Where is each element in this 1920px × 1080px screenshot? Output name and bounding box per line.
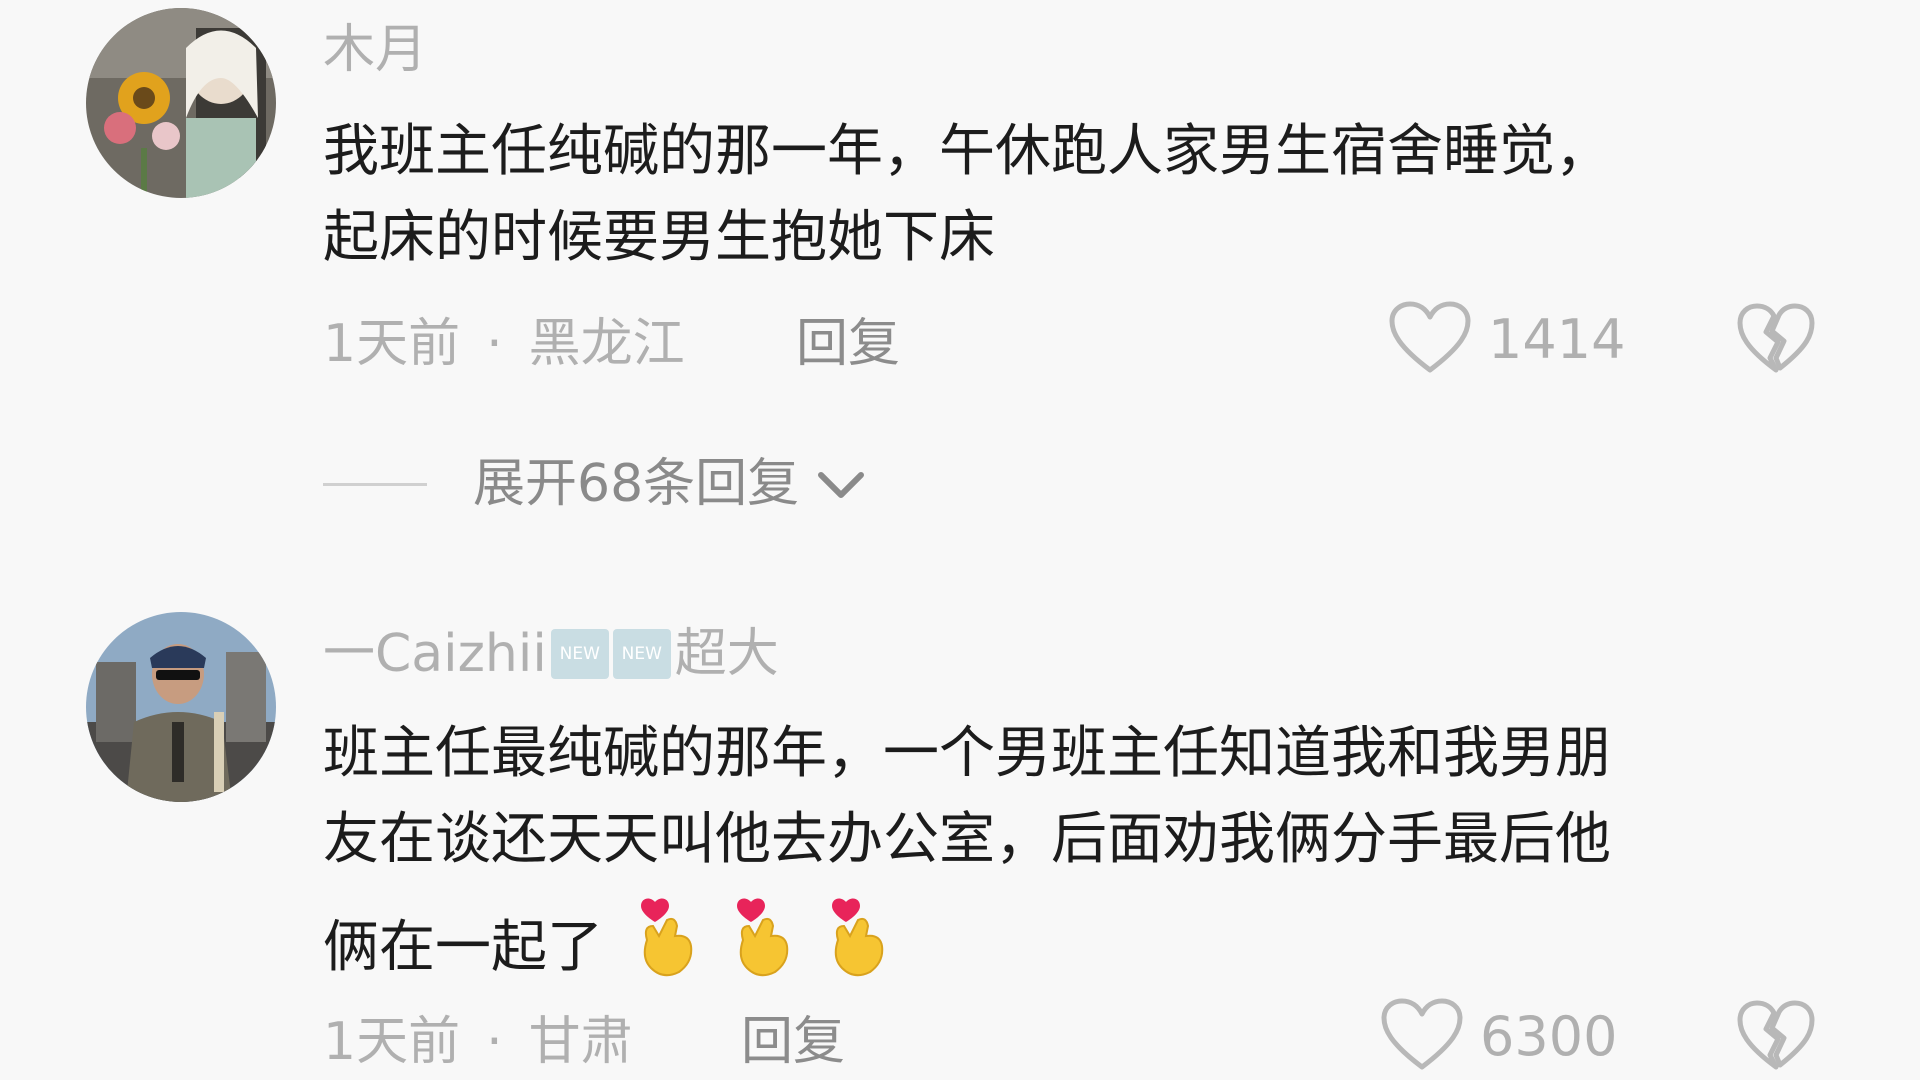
comment-time: 1天前 bbox=[323, 314, 461, 374]
like-button[interactable]: 1414 bbox=[1388, 300, 1625, 380]
username[interactable]: 一Caizhii NEW NEW 超大 bbox=[323, 628, 779, 680]
comment-text-line: 起床的时候要男生抱她下床 bbox=[323, 205, 995, 270]
comment-text-line: 我班主任纯碱的那一年，午休跑人家男生宿舍睡觉， bbox=[323, 119, 1611, 184]
username-text: 一Caizhii bbox=[323, 624, 547, 684]
like-button[interactable]: 6300 bbox=[1380, 997, 1617, 1077]
divider-line bbox=[323, 482, 427, 486]
separator-dot: · bbox=[486, 314, 503, 374]
comment-text-line: 俩在一起了 bbox=[323, 896, 890, 988]
finger-heart-emoji-icon bbox=[633, 896, 699, 988]
finger-heart-emoji-icon bbox=[824, 896, 890, 988]
comment-text-span: 俩在一起了 bbox=[323, 915, 603, 980]
dislike-button[interactable] bbox=[1736, 999, 1816, 1077]
reply-button[interactable]: 回复 bbox=[741, 1016, 845, 1068]
avatar[interactable] bbox=[86, 612, 276, 802]
separator-dot: · bbox=[486, 1012, 503, 1072]
comment-time: 1天前 bbox=[323, 1012, 461, 1072]
comment-meta: 1天前 · 甘肃 回复 bbox=[323, 1016, 845, 1068]
comment-location: 甘肃 bbox=[528, 1012, 633, 1072]
expand-replies-label: 展开68条回复 bbox=[473, 454, 800, 514]
comment-list: 木月 我班主任纯碱的那一年，午休跑人家男生宿舍睡觉， 起床的时候要男生抱她下床 … bbox=[0, 0, 1920, 1080]
expand-replies[interactable]: 展开68条回复 bbox=[323, 458, 867, 510]
dislike-button[interactable] bbox=[1736, 302, 1816, 380]
screen: 木月 我班主任纯碱的那一年，午休跑人家男生宿舍睡觉， 起床的时候要男生抱她下床 … bbox=[0, 0, 1920, 1080]
broken-heart-icon bbox=[1736, 303, 1816, 380]
avatar[interactable] bbox=[86, 8, 276, 198]
heart-outline-icon bbox=[1388, 300, 1472, 380]
new-badge: NEW bbox=[550, 629, 609, 679]
username-suffix: 超大 bbox=[674, 624, 779, 684]
username[interactable]: 木月 bbox=[323, 24, 427, 76]
like-count: 6300 bbox=[1480, 1005, 1618, 1068]
comment-text-line: 友在谈还天天叫他去办公室，后面劝我俩分手最后他 bbox=[323, 807, 1611, 872]
comment-text-line: 班主任最纯碱的那年，一个男班主任知道我和我男朋 bbox=[323, 721, 1611, 786]
finger-heart-emoji-icon bbox=[729, 896, 795, 988]
reply-button[interactable]: 回复 bbox=[796, 318, 900, 370]
heart-outline-icon bbox=[1380, 997, 1464, 1077]
broken-heart-icon bbox=[1736, 1000, 1816, 1077]
chevron-down-icon bbox=[815, 458, 867, 510]
comment-meta: 1天前 · 黑龙江 回复 bbox=[323, 318, 900, 370]
new-badge: NEW bbox=[612, 629, 671, 679]
like-count: 1414 bbox=[1488, 308, 1626, 371]
comment-location: 黑龙江 bbox=[528, 314, 685, 374]
